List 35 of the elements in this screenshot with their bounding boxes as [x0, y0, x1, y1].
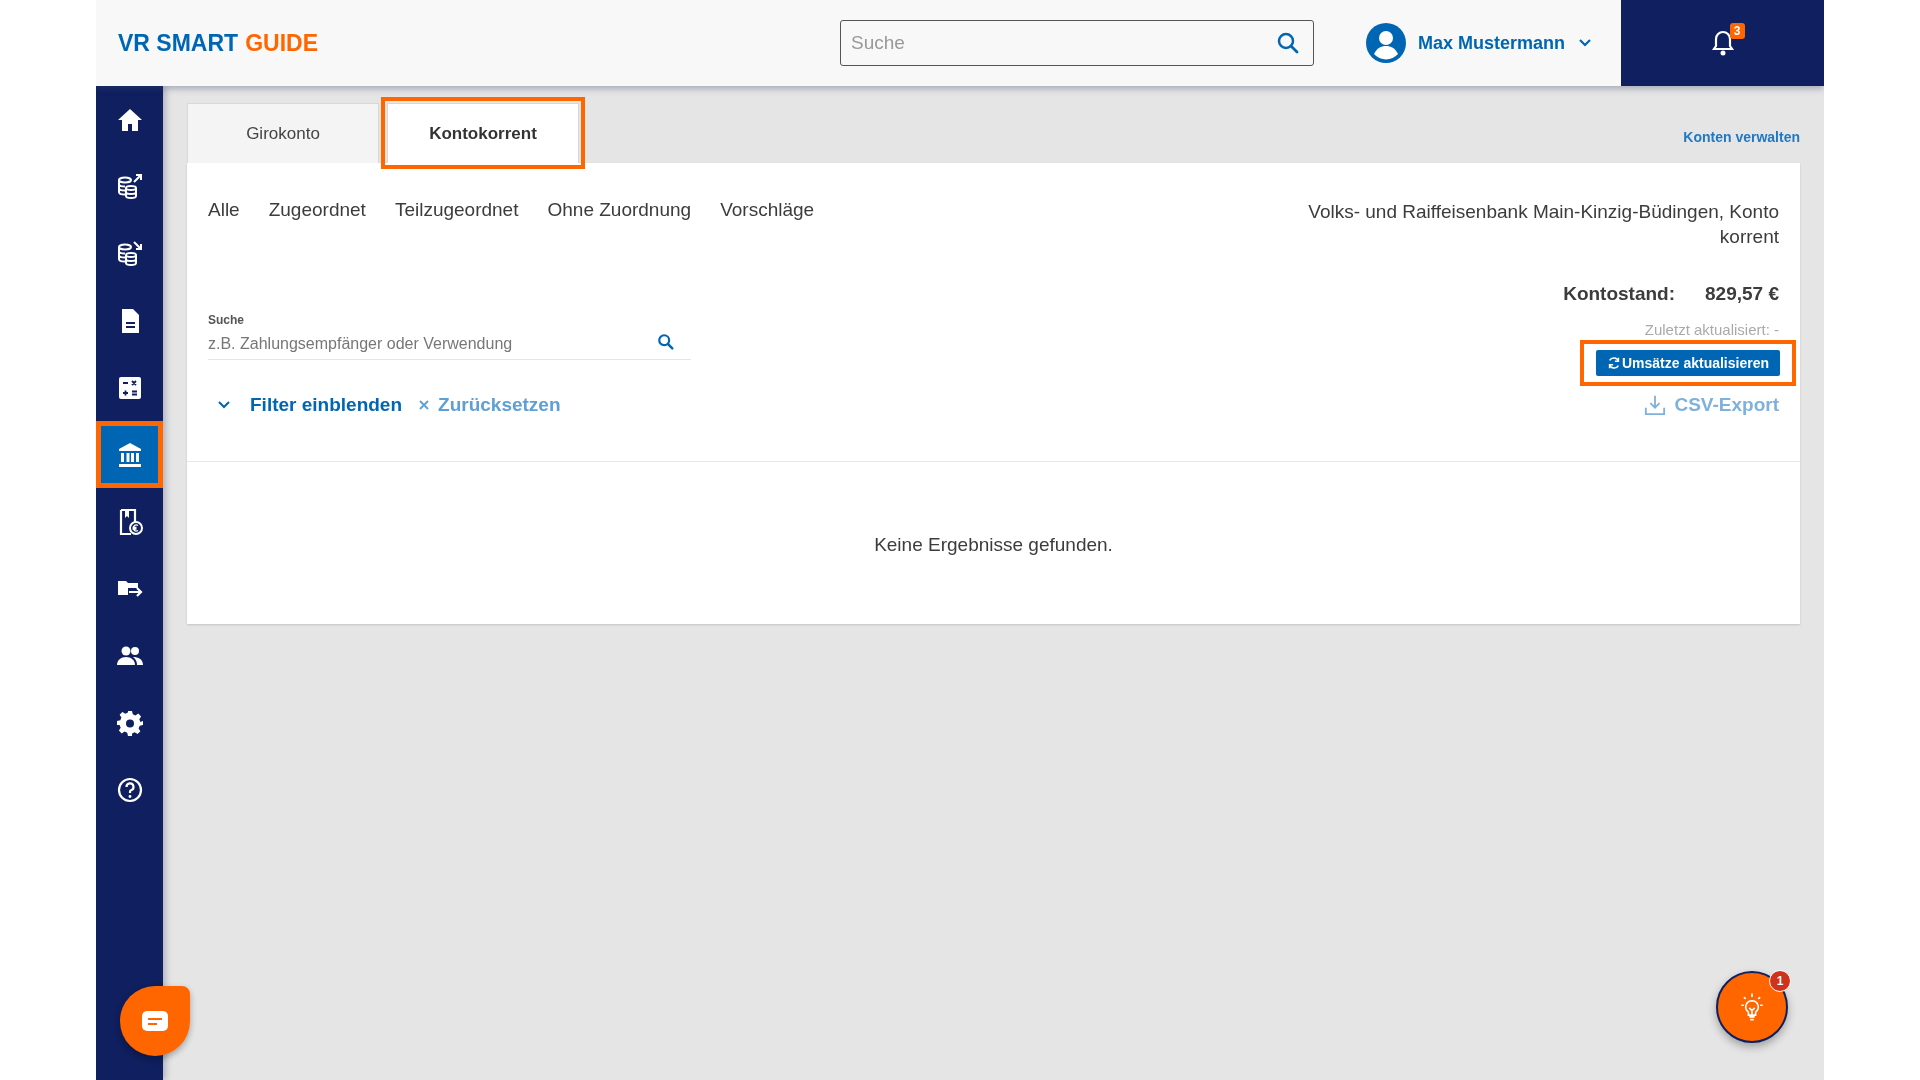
coins-arrow-icon: [115, 172, 144, 201]
account-name: Volks- und Raiffeisenbank Main-Kinzig-Büdingen, Kontokorrent: [1307, 200, 1779, 249]
empty-message: Keine Ergebnisse gefunden.: [873, 533, 1114, 557]
notification-badge: 1: [1769, 970, 1791, 992]
settings-icon: [115, 708, 144, 737]
filter-link[interactable]: Ohne Zuordnung: [547, 199, 692, 221]
filter-link[interactable]: Vorschläge: [720, 199, 815, 221]
filter-link[interactable]: Alle: [208, 199, 240, 221]
chat-icon: [141, 1010, 169, 1032]
download-icon: [1644, 394, 1667, 416]
filter-link[interactable]: Zugeordnet: [268, 199, 366, 221]
close-icon: [418, 399, 431, 411]
user-icon: [1366, 23, 1406, 63]
filter-toggle-link[interactable]: Filter einblenden: [216, 394, 403, 416]
account-tab[interactable]: Girokonto: [187, 103, 379, 163]
search-icon[interactable]: [657, 333, 675, 351]
help-icon: [115, 775, 144, 804]
chat-button[interactable]: [120, 986, 190, 1056]
notification-badge: 3: [1729, 23, 1745, 39]
refresh-icon: [1606, 356, 1621, 370]
balance-label: Kontostand:: [1563, 283, 1676, 305]
logo-text: VR SMART: [118, 29, 239, 57]
search-icon[interactable]: [1276, 31, 1300, 55]
manage-accounts-link[interactable]: Konten verwalten: [1683, 129, 1800, 145]
bell-icon: [1710, 29, 1735, 57]
refresh-button[interactable]: Umsätze aktualisieren: [1595, 350, 1780, 376]
balance-value: 829,57 €: [1705, 283, 1779, 305]
coins-arrow-icon: [115, 239, 144, 268]
user-menu[interactable]: Max Mustermann: [1366, 23, 1594, 63]
logo-text: GUIDE: [245, 29, 318, 57]
field-label: Suche: [208, 313, 244, 327]
filter-link[interactable]: Teilzugeordnet: [394, 199, 519, 221]
search-field[interactable]: Suche: [840, 20, 1314, 66]
last-updated-text: Zuletzt aktualisiert: -: [1644, 321, 1779, 338]
tips-button[interactable]: 1: [1716, 971, 1788, 1043]
